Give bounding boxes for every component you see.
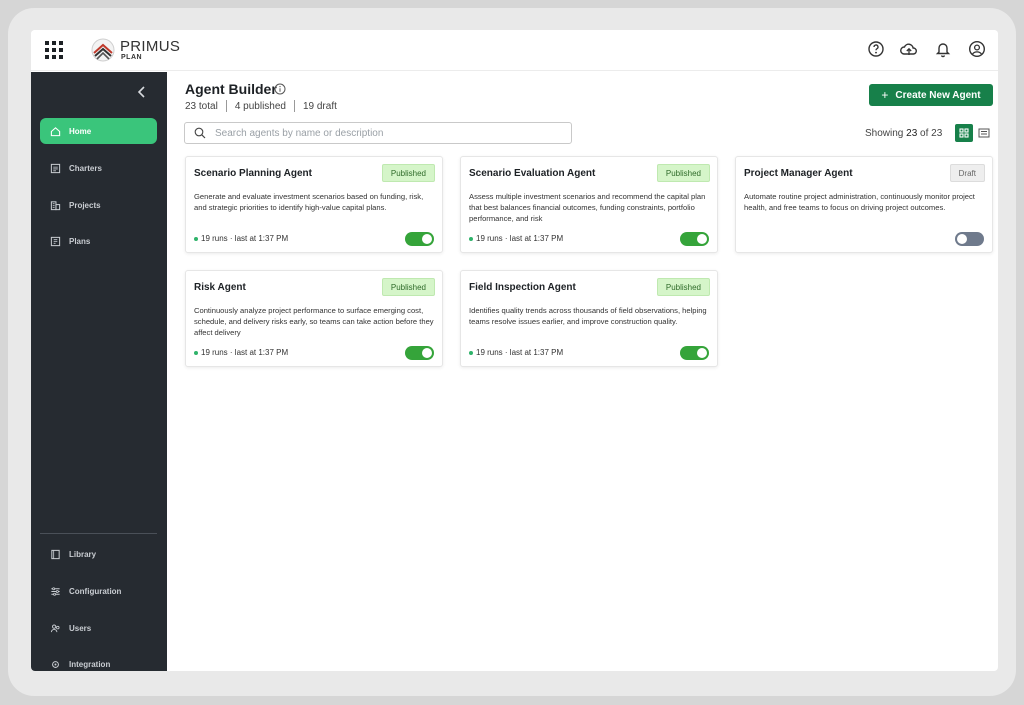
sidebar-item-label: Projects (69, 200, 101, 210)
brand-logo-icon (91, 38, 115, 62)
sidebar: Home Charters Projects Plans Library Con… (31, 72, 167, 671)
sidebar-item-configuration[interactable]: Configuration (40, 578, 157, 604)
main-content: Agent Builder 23 total 4 published 19 dr… (167, 72, 998, 671)
agent-name: Risk Agent (194, 282, 246, 293)
agent-card-scenario-planning[interactable]: Scenario Planning Agent Published Genera… (185, 156, 443, 253)
sidebar-item-integration[interactable]: Integration (40, 651, 157, 671)
integration-icon (52, 660, 59, 668)
users-icon (50, 624, 60, 632)
grid-view-icon (959, 128, 969, 138)
list-view-icon[interactable] (977, 126, 991, 140)
agent-description: Continuously analyze project performance… (194, 306, 434, 337)
sidebar-item-charters[interactable]: Charters (40, 155, 157, 181)
create-button-label: Create New Agent (895, 89, 981, 101)
plan-icon (50, 236, 61, 246)
agent-enable-toggle[interactable] (680, 232, 709, 246)
agent-stats: 23 total 4 published 19 draft (185, 100, 337, 112)
stat-total: 23 total (185, 100, 218, 112)
agent-name: Scenario Evaluation Agent (469, 168, 596, 179)
cloud-sync-icon[interactable] (899, 39, 919, 59)
agent-meta: 19 runs · last at 1:37 PM (469, 348, 563, 357)
agent-enable-toggle[interactable] (405, 346, 434, 360)
sidebar-item-home[interactable]: Home (40, 118, 157, 144)
status-dot (194, 236, 198, 241)
sidebar-item-label: Integration (69, 659, 111, 669)
create-new-agent-button[interactable]: + Create New Agent (869, 84, 993, 106)
sidebar-divider (40, 533, 157, 534)
sidebar-item-label: Charters (69, 163, 102, 173)
agent-name: Field Inspection Agent (469, 282, 576, 293)
help-icon[interactable] (866, 39, 886, 59)
agent-meta: 19 runs · last at 1:37 PM (194, 348, 288, 357)
search-icon (194, 127, 206, 139)
app-window: PRIMUS PLAN Home Charters Projects Plans… (31, 30, 998, 671)
sidebar-item-plans[interactable]: Plans (40, 228, 157, 254)
account-icon[interactable] (967, 39, 987, 59)
info-icon[interactable] (274, 83, 286, 95)
agent-description: Identifies quality trends across thousan… (469, 306, 707, 326)
sidebar-item-label: Home (69, 126, 92, 136)
agent-description: Assess multiple investment scenarios and… (469, 192, 706, 223)
agent-description: Automate routine project administration,… (744, 192, 975, 212)
status-badge: Published (381, 278, 435, 296)
sidebar-item-label: Plans (69, 236, 91, 246)
agent-card-scenario-evaluation[interactable]: Scenario Evaluation Agent Published Asse… (460, 156, 718, 253)
search-box[interactable] (184, 122, 572, 144)
agent-enable-toggle[interactable] (680, 346, 709, 360)
agent-name: Project Manager Agent (744, 168, 853, 179)
document-icon (50, 163, 61, 173)
agent-enable-toggle[interactable] (955, 232, 984, 246)
stat-divider (293, 100, 295, 112)
search-input[interactable] (215, 127, 555, 139)
bell-icon[interactable] (933, 39, 953, 59)
sidebar-item-label: Users (69, 623, 92, 633)
agent-name: Scenario Planning Agent (194, 168, 312, 179)
stat-draft: 19 draft (302, 100, 337, 112)
sidebar-item-label: Configuration (69, 586, 122, 596)
agent-card-field-inspection[interactable]: Field Inspection Agent Published Identif… (460, 270, 718, 367)
agent-card-risk[interactable]: Risk Agent Published Continuously analyz… (185, 270, 443, 367)
building-icon (50, 200, 61, 210)
agent-enable-toggle[interactable] (405, 232, 434, 246)
page-title: Agent Builder (185, 81, 277, 97)
status-badge: Published (656, 278, 710, 296)
sidebar-item-label: Library (69, 549, 97, 559)
agent-card-project-manager[interactable]: Project Manager Agent Draft Automate rou… (735, 156, 993, 253)
agent-meta: 19 runs · last at 1:37 PM (194, 234, 288, 243)
home-icon (50, 126, 61, 136)
grid-view-button[interactable] (955, 124, 973, 142)
brand-name: PRIMUS (120, 38, 181, 55)
agent-description: Generate and evaluate investment scenari… (194, 192, 424, 212)
brand-subtitle: PLAN (121, 54, 143, 61)
app-launcher-icon[interactable] (45, 41, 63, 59)
book-icon (51, 549, 60, 559)
stat-divider (225, 100, 227, 112)
stat-published: 4 published (234, 100, 286, 112)
status-badge: Published (656, 164, 710, 182)
collapse-sidebar-icon[interactable] (135, 84, 149, 100)
sidebar-item-users[interactable]: Users (40, 615, 157, 641)
sidebar-item-projects[interactable]: Projects (40, 192, 157, 218)
sidebar-item-library[interactable]: Library (40, 541, 157, 567)
status-badge: Published (381, 164, 435, 182)
status-badge: Draft (949, 164, 985, 182)
showing-count: Showing 23 of 23 (865, 128, 943, 139)
agent-meta: 19 runs · last at 1:37 PM (469, 234, 563, 243)
status-dot (469, 350, 473, 355)
sliders-icon (51, 586, 60, 596)
status-dot (469, 236, 473, 241)
status-dot (194, 350, 198, 355)
top-bar: PRIMUS PLAN (31, 30, 998, 71)
plus-icon: + (881, 88, 889, 102)
